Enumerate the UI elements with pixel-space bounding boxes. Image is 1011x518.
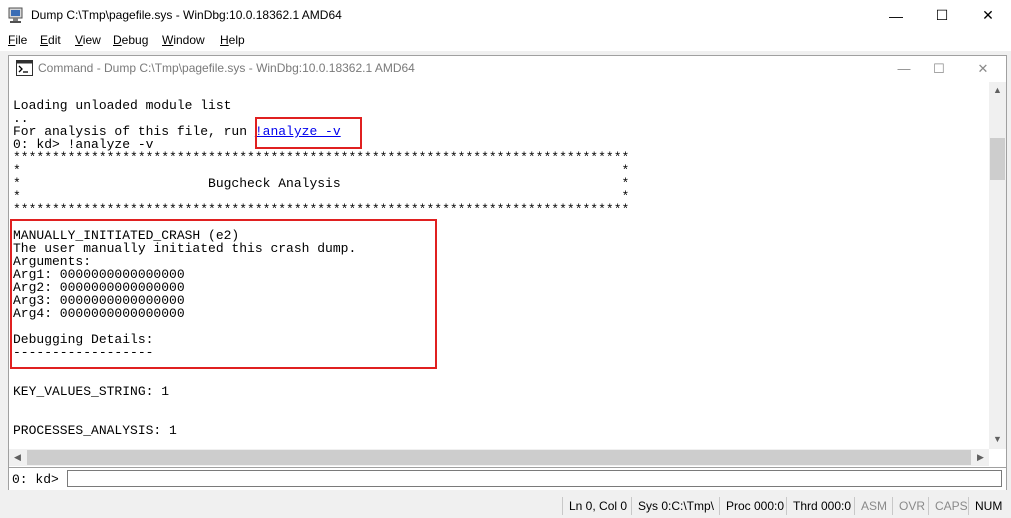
highlight-box-analyze xyxy=(255,117,362,149)
status-num: NUM xyxy=(968,497,1008,515)
menu-edit-label: dit xyxy=(48,33,61,47)
status-ln-col: Ln 0, Col 0 xyxy=(562,497,630,515)
menu-view[interactable]: View xyxy=(75,33,101,47)
status-ovr: OVR xyxy=(892,497,928,515)
menu-view-mnemonic: V xyxy=(75,33,83,47)
output-line: Loading unloaded module list xyxy=(13,98,232,113)
output-pane[interactable]: Loading unloaded module list .. For anal… xyxy=(9,82,989,450)
vertical-scrollbar[interactable]: ▲ ▼ xyxy=(989,82,1006,449)
command-maximize-button[interactable]: ☐ xyxy=(922,56,956,81)
menu-edit[interactable]: Edit xyxy=(40,33,61,47)
command-prompt-icon xyxy=(16,60,33,76)
menu-debug[interactable]: Debug xyxy=(113,33,148,47)
scroll-right-arrow-icon[interactable]: ▶ xyxy=(972,452,989,463)
status-bar: Ln 0, Col 0 Sys 0:C:\Tmp\ Proc 000:0 Thr… xyxy=(0,494,1011,518)
command-close-button[interactable]: ✕ xyxy=(966,56,1000,81)
menu-help[interactable]: Help xyxy=(220,33,245,47)
output-line: ****************************************… xyxy=(13,202,630,217)
command-line-bar: 0: kd> xyxy=(9,467,1006,490)
menu-help-label: elp xyxy=(228,33,245,47)
window-title: Dump C:\Tmp\pagefile.sys - WinDbg:10.0.1… xyxy=(31,8,342,22)
menu-debug-mnemonic: D xyxy=(113,33,122,47)
scroll-left-arrow-icon[interactable]: ◀ xyxy=(9,452,26,463)
menu-file-label: ile xyxy=(15,33,28,47)
maximize-button[interactable]: ☐ xyxy=(919,0,965,31)
output-line: PROCESSES_ANALYSIS: 1 xyxy=(13,423,177,438)
menu-edit-mnemonic: E xyxy=(40,33,49,47)
command-window: Command - Dump C:\Tmp\pagefile.sys - Win… xyxy=(8,55,1007,490)
status-proc: Proc 000:0 xyxy=(719,497,786,515)
close-button[interactable]: ✕ xyxy=(965,0,1011,31)
command-input[interactable] xyxy=(67,470,1002,487)
vertical-scroll-thumb[interactable] xyxy=(990,138,1005,180)
scroll-down-arrow-icon[interactable]: ▼ xyxy=(989,434,1006,444)
output-line: KEY_VALUES_STRING: 1 xyxy=(13,384,170,399)
minimize-button[interactable]: — xyxy=(873,0,919,31)
horizontal-scrollbar[interactable]: ◀ ▶ xyxy=(9,449,989,466)
menu-window-label: indow xyxy=(173,33,205,47)
menu-help-mnemonic: H xyxy=(220,33,229,47)
command-window-title: Command - Dump C:\Tmp\pagefile.sys - Win… xyxy=(38,61,415,75)
horizontal-scroll-thumb[interactable] xyxy=(27,450,971,465)
status-thrd: Thrd 000:0 xyxy=(786,497,854,515)
kd-prompt: 0: kd> xyxy=(12,472,59,487)
menu-window[interactable]: Window xyxy=(162,33,205,47)
status-caps: CAPS xyxy=(928,497,968,515)
scroll-up-arrow-icon[interactable]: ▲ xyxy=(989,85,1006,95)
command-window-title-bar: Command - Dump C:\Tmp\pagefile.sys - Win… xyxy=(9,56,1006,81)
title-bar: Dump C:\Tmp\pagefile.sys - WinDbg:10.0.1… xyxy=(0,0,1011,31)
windbg-app-icon xyxy=(8,7,23,23)
menu-file[interactable]: File xyxy=(8,33,27,47)
menu-view-label: iew xyxy=(82,33,101,47)
menu-bar: File Edit View Debug Window Help xyxy=(0,31,1011,51)
status-asm: ASM xyxy=(854,497,892,515)
highlight-box-crash-details xyxy=(10,219,437,369)
menu-window-mnemonic: W xyxy=(162,33,174,47)
menu-debug-label: ebug xyxy=(121,33,149,47)
status-sys: Sys 0:C:\Tmp\ xyxy=(631,497,719,515)
command-minimize-button[interactable]: — xyxy=(887,56,921,81)
